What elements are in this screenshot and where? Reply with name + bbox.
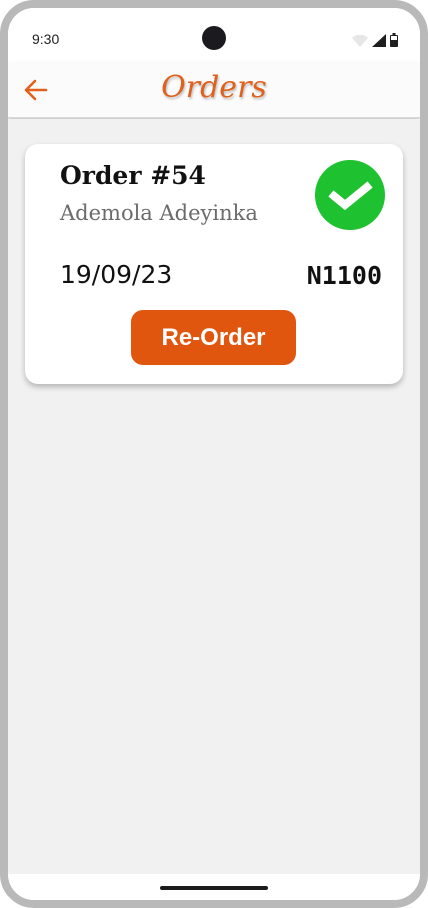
phone-frame: 9:30 Orders Order #54 Ademola Adeyinka 1… [0, 0, 428, 908]
order-date: 19/09/23 [60, 260, 173, 289]
order-card: Order #54 Ademola Adeyinka 19/09/23 N110… [25, 144, 403, 384]
status-icons [352, 33, 398, 47]
page-title: Orders [161, 70, 267, 105]
check-circle-icon [315, 160, 385, 230]
wifi-icon [352, 35, 368, 47]
camera-cutout [202, 26, 226, 50]
order-amount: N1100 [306, 261, 382, 290]
status-time: 9:30 [32, 31, 60, 47]
app-bar: Orders [8, 62, 420, 118]
status-bar: 9:30 [8, 8, 420, 62]
reorder-button[interactable]: Re-Order [131, 310, 296, 365]
home-indicator[interactable] [160, 886, 268, 890]
system-nav-bar [8, 874, 420, 900]
order-number: Order #54 [60, 161, 206, 190]
cellular-signal-icon [372, 34, 386, 47]
customer-name: Ademola Adeyinka [60, 201, 258, 225]
orders-list: Order #54 Ademola Adeyinka 19/09/23 N110… [8, 119, 420, 874]
battery-icon [390, 33, 398, 47]
checkmark-icon [328, 181, 373, 211]
